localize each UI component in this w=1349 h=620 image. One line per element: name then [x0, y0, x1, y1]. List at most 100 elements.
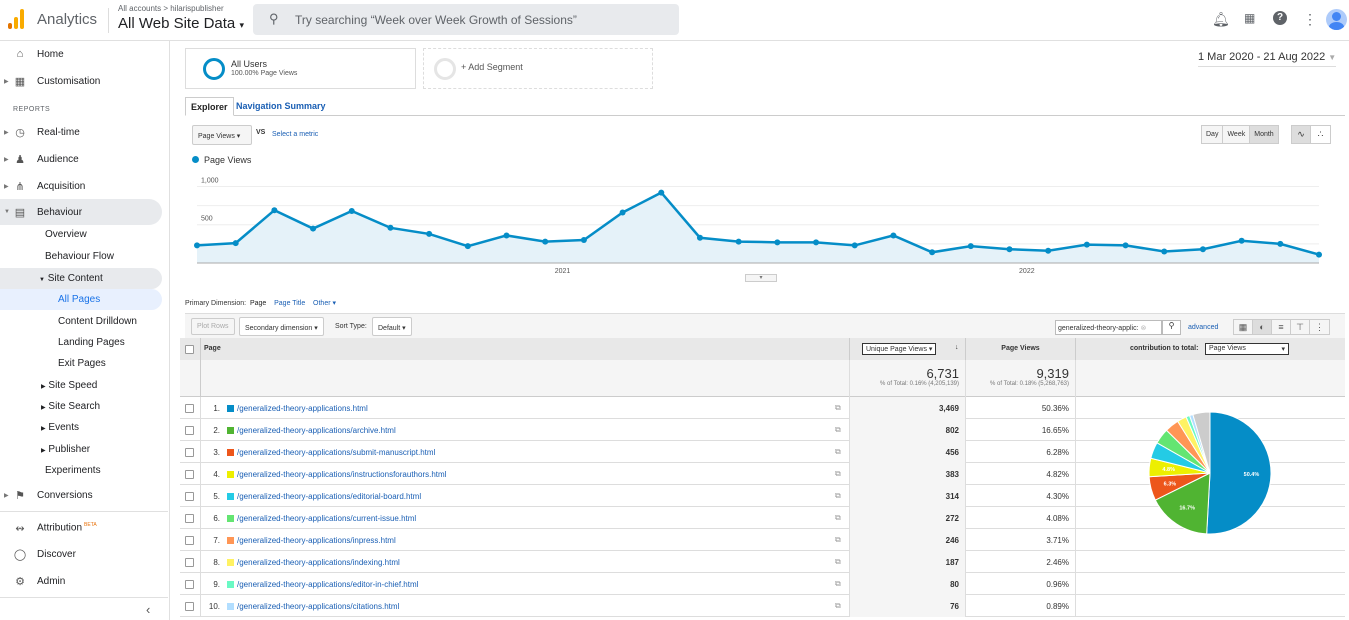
plot-rows-button[interactable]: Plot Rows [191, 318, 235, 335]
data-point [851, 242, 858, 249]
page-link[interactable]: /generalized-theory-applications/submit-… [237, 448, 435, 457]
open-external-icon[interactable]: ⧉ [835, 513, 841, 523]
add-segment-button[interactable]: + Add Segment [423, 48, 653, 89]
sidebar-item-events[interactable]: ▶ Events [0, 417, 162, 438]
comparison-view-icon[interactable]: ⊤ [1291, 320, 1310, 334]
sidebar-item-landing-pages[interactable]: Landing Pages [0, 332, 162, 353]
sidebar-item-realtime[interactable]: ▶ ◷ Real-time [0, 119, 162, 145]
pivot-view-icon[interactable]: ⋮ [1310, 320, 1329, 334]
page-link[interactable]: /generalized-theory-applications/editori… [237, 492, 421, 501]
row-checkbox[interactable] [185, 514, 194, 523]
dimension-page[interactable]: Page [250, 300, 266, 307]
sidebar-item-publisher[interactable]: ▶ Publisher [0, 439, 162, 460]
sort-arrow-icon[interactable]: ↓ [955, 344, 959, 351]
data-point [1083, 241, 1090, 248]
page-link[interactable]: /generalized-theory-applications/current… [237, 514, 416, 523]
open-external-icon[interactable]: ⧉ [835, 447, 841, 457]
sidebar-item-content-drilldown[interactable]: Content Drilldown [0, 311, 162, 332]
row-checkbox[interactable] [185, 536, 194, 545]
advanced-filter-link[interactable]: advanced [1188, 324, 1218, 331]
row-checkbox[interactable] [185, 404, 194, 413]
filter-search-button[interactable]: ⚲ [1162, 320, 1181, 335]
date-range-picker[interactable]: 1 Mar 2020 - 21 Aug 2022 ▼ [1198, 51, 1337, 67]
contribution-metric-dropdown[interactable]: Page Views ▾ [1205, 343, 1289, 355]
open-external-icon[interactable]: ⧉ [835, 579, 841, 589]
more-icon[interactable]: ⋮ [1303, 11, 1317, 28]
search-input[interactable]: ⚲ Try searching “Week over Week Growth o… [253, 4, 679, 35]
row-checkbox[interactable] [185, 558, 194, 567]
bell-icon[interactable]: 🔔︎ [1212, 11, 1230, 28]
sidebar-item-behaviour-flow[interactable]: Behaviour Flow [0, 245, 162, 267]
x-tick-label: 2022 [1019, 268, 1035, 275]
metric-selector[interactable]: Page Views ▾ [192, 125, 252, 145]
collapse-sidebar-button[interactable]: ‹ [146, 602, 150, 617]
dimension-other[interactable]: Other ▾ [313, 300, 336, 307]
segment-all-users[interactable]: All Users 100.00% Page Views [185, 48, 416, 89]
apps-icon[interactable]: ▦ [1244, 11, 1255, 25]
tab-explorer[interactable]: Explorer [185, 97, 234, 116]
page-link[interactable]: /generalized-theory-applications/archive… [237, 426, 396, 435]
sidebar-item-discover[interactable]: ◯ Discover [0, 541, 162, 567]
row-checkbox[interactable] [185, 492, 194, 501]
sidebar-item-home[interactable]: ⌂ Home [0, 41, 162, 67]
pie-view-icon[interactable]: ◐ [1253, 320, 1272, 334]
chart-resize-handle[interactable]: ▾ [745, 274, 777, 282]
sidebar-item-site-speed[interactable]: ▶ Site Speed [0, 375, 162, 396]
page-link[interactable]: /generalized-theory-applications/inpress… [237, 536, 396, 545]
sidebar-item-conversions[interactable]: ▶ ⚑ Conversions [0, 482, 162, 508]
page-link[interactable]: /generalized-theory-applications.html [237, 404, 368, 413]
motion-chart-icon[interactable]: ∴ [1311, 126, 1330, 143]
select-metric-link[interactable]: Select a metric [272, 131, 318, 138]
sidebar-item-acquisition[interactable]: ▶ ⋔ Acquisition [0, 173, 162, 199]
page-views-pct-cell: 0.96% [965, 573, 1076, 595]
table-filter-input[interactable]: generalized-theory-applic: ⊗ [1055, 320, 1162, 335]
sidebar-item-customisation[interactable]: ▶ ▦ Customisation [0, 68, 162, 94]
avatar[interactable] [1326, 9, 1347, 30]
unique-page-views-metric-dropdown[interactable]: Unique Page Views ▾ [862, 343, 937, 355]
data-point [735, 238, 742, 245]
page-link[interactable]: /generalized-theory-applications/instruc… [237, 470, 446, 479]
select-all-checkbox[interactable] [185, 345, 194, 354]
sidebar-item-overview[interactable]: Overview [0, 223, 162, 245]
breadcrumb[interactable]: All accounts > hilarispublisher [118, 4, 224, 13]
open-external-icon[interactable]: ⧉ [835, 469, 841, 479]
open-external-icon[interactable]: ⧉ [835, 403, 841, 413]
row-checkbox[interactable] [185, 602, 194, 611]
row-checkbox[interactable] [185, 580, 194, 589]
performance-view-icon[interactable]: ≡ [1272, 320, 1291, 334]
open-external-icon[interactable]: ⧉ [835, 557, 841, 567]
page-link[interactable]: /generalized-theory-applications/citatio… [237, 602, 399, 611]
tab-navigation-summary[interactable]: Navigation Summary [231, 97, 331, 116]
row-checkbox[interactable] [185, 470, 194, 479]
secondary-dimension-dropdown[interactable]: Secondary dimension ▾ [239, 317, 324, 336]
help-icon[interactable]: ? [1273, 11, 1287, 25]
month-button[interactable]: Month [1250, 126, 1278, 143]
main-content: All Users 100.00% Page Views + Add Segme… [171, 41, 1349, 620]
sidebar-item-behaviour[interactable]: ▼ ▤ Behaviour [0, 199, 162, 225]
day-button[interactable]: Day [1202, 126, 1224, 143]
sidebar-item-all-pages[interactable]: All Pages [0, 289, 162, 310]
dimension-page-title[interactable]: Page Title [274, 300, 305, 307]
row-checkbox[interactable] [185, 448, 194, 457]
sort-type-dropdown[interactable]: Default ▾ [372, 317, 412, 336]
sidebar-item-admin[interactable]: ⚙ Admin [0, 568, 162, 594]
open-external-icon[interactable]: ⧉ [835, 601, 841, 611]
open-external-icon[interactable]: ⧉ [835, 491, 841, 501]
sidebar-item-experiments[interactable]: Experiments [0, 460, 162, 481]
page-link[interactable]: /generalized-theory-applications/editor-… [237, 580, 418, 589]
sidebar-item-site-content[interactable]: ▼ Site Content [0, 268, 162, 289]
row-checkbox[interactable] [185, 426, 194, 435]
open-external-icon[interactable]: ⧉ [835, 425, 841, 435]
sidebar: ⌂ Home ▶ ▦ Customisation REPORTS ▶ ◷ Real-tim… [0, 41, 170, 620]
totals-row: 6,731% of Total: 0.16% (4,205,139) 9,319… [180, 360, 1345, 397]
table-view-icon[interactable]: ▦ [1234, 320, 1253, 334]
sidebar-item-audience[interactable]: ▶ ♟ Audience [0, 146, 162, 172]
line-chart-icon[interactable]: ∿ [1292, 126, 1312, 143]
sidebar-item-site-search[interactable]: ▶ Site Search [0, 396, 162, 417]
sidebar-item-exit-pages[interactable]: Exit Pages [0, 353, 162, 374]
property-selector[interactable]: All Web Site Data ▾ [118, 15, 244, 32]
page-link[interactable]: /generalized-theory-applications/indexin… [237, 558, 400, 567]
open-external-icon[interactable]: ⧉ [835, 535, 841, 545]
sidebar-item-attribution[interactable]: ↭ Attribution BETA [0, 515, 162, 541]
week-button[interactable]: Week [1223, 126, 1251, 143]
